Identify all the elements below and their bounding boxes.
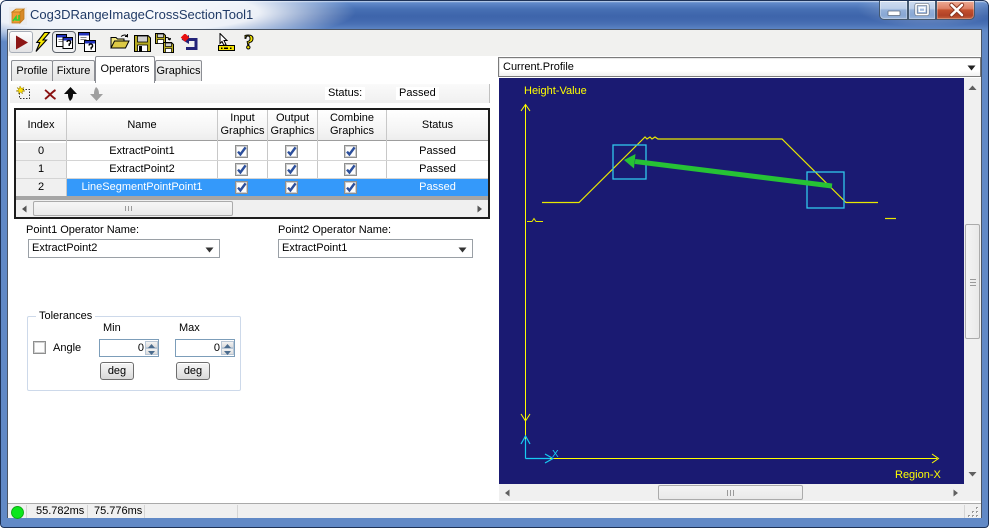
svg-text:Height-Value: Height-Value xyxy=(524,85,587,97)
svg-text:?: ? xyxy=(244,32,255,53)
svg-text:X: X xyxy=(552,449,559,460)
svg-text:Region-X: Region-X xyxy=(895,469,942,481)
